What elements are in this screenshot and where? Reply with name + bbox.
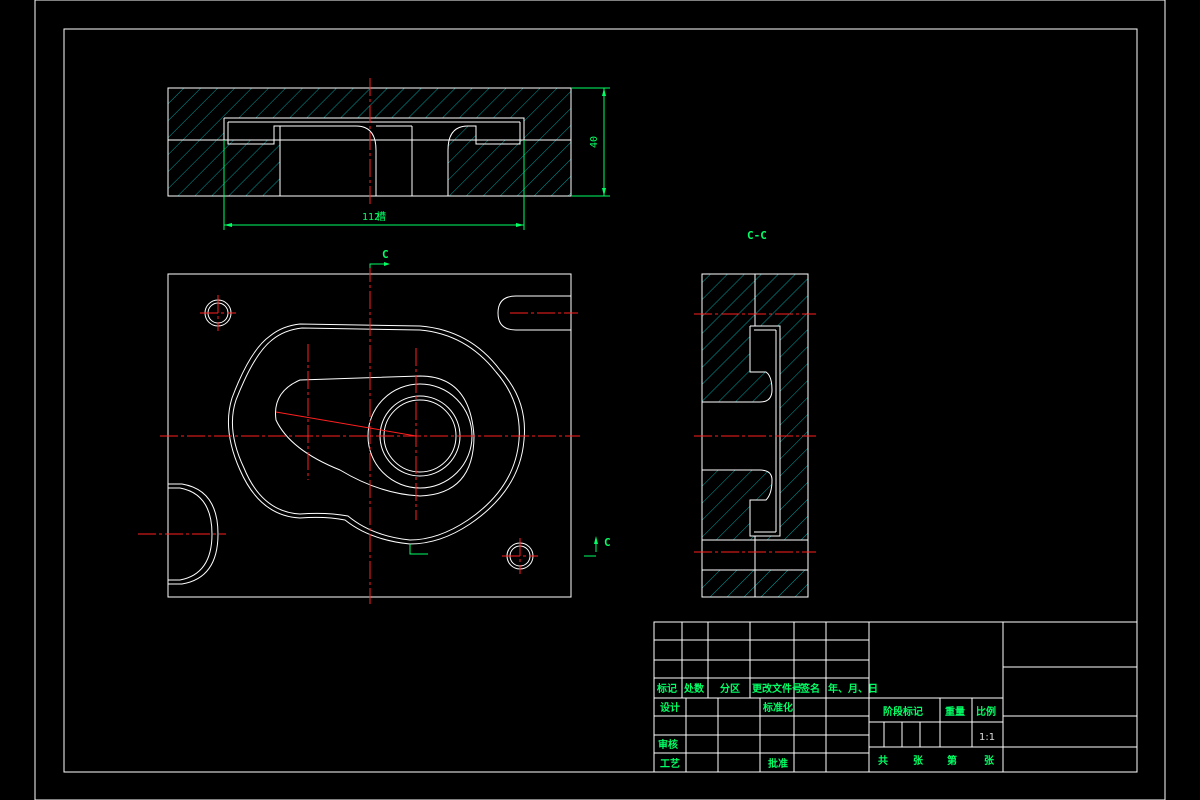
tb-approve: 批准 xyxy=(768,757,788,770)
cad-drawing: 112 槽 40 C C C-C 标记 处数 分区 更改文件号 签名 年、月、日… xyxy=(34,0,1166,800)
section-label: C-C xyxy=(747,229,767,242)
cut-marker-bottom: C xyxy=(604,536,611,549)
section-cc-view xyxy=(694,273,816,598)
tb-unit2: 张 xyxy=(984,754,995,767)
tb-scale-value: 1:1 xyxy=(979,732,995,743)
tb-standardize: 标准化 xyxy=(762,701,793,714)
tb-total: 共 xyxy=(878,754,888,767)
dim-width-note: 槽 xyxy=(376,210,386,223)
tb-sheet-no: 第 xyxy=(947,754,957,767)
tb-stage-mark: 阶段标记 xyxy=(883,705,923,718)
tb-signature: 签名 xyxy=(799,682,820,695)
plan-view xyxy=(138,262,598,604)
cut-marker-top: C xyxy=(382,248,389,261)
tb-review: 审核 xyxy=(658,738,678,751)
tb-zone: 分区 xyxy=(720,682,740,695)
tb-date: 年、月、日 xyxy=(828,682,878,695)
tb-process: 工艺 xyxy=(660,757,680,770)
dim-height-label: 40 xyxy=(589,136,600,148)
tb-unit1: 张 xyxy=(913,754,924,767)
tb-change-doc: 更改文件号 xyxy=(752,682,802,695)
tb-count: 处数 xyxy=(683,682,705,695)
top-section-view xyxy=(167,78,610,230)
tb-scale: 比例 xyxy=(976,705,996,718)
tb-mark: 标记 xyxy=(656,682,677,695)
title-block xyxy=(653,621,1138,773)
tb-design: 设计 xyxy=(660,701,680,714)
tb-weight: 重量 xyxy=(945,705,965,718)
